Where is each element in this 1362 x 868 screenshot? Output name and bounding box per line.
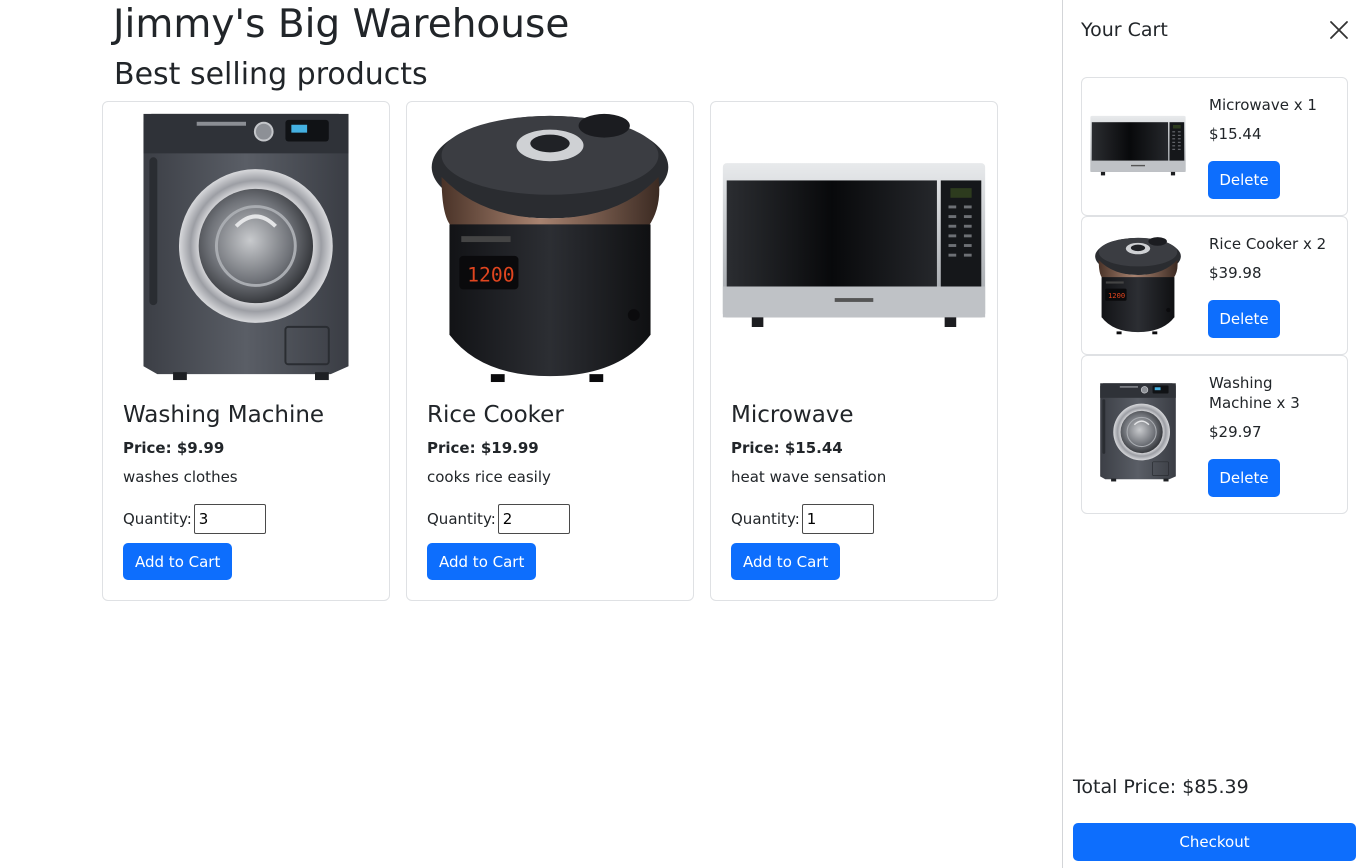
close-icon[interactable] [1329,20,1349,40]
quantity-label: Quantity: [731,510,800,528]
product-price: Price: $19.99 [427,439,539,457]
product-price: Price: $9.99 [123,439,225,457]
microwave-image [717,108,991,384]
cart-item-microwave: Microwave x 1 $15.44 Delete [1081,77,1348,216]
quantity-row: Quantity: [731,504,874,534]
quantity-input[interactable] [801,504,874,534]
product-description: washes clothes [123,468,238,486]
product-area: Jimmy's Big Warehouse Best selling produ… [0,0,1062,868]
delete-button[interactable]: Delete [1208,300,1280,338]
product-card-microwave: Microwave Price: $15.44 heat wave sensat… [710,101,998,601]
cart-item-price: $29.97 [1209,423,1262,441]
add-to-cart-button[interactable]: Add to Cart [731,543,841,580]
rice-cooker-image [1088,235,1188,335]
cart-item-price: $39.98 [1209,264,1262,282]
washing-machine-image [109,108,383,384]
product-description: heat wave sensation [731,468,887,486]
quantity-label: Quantity: [123,510,192,528]
product-card-rice-cooker: Rice Cooker Price: $19.99 cooks rice eas… [406,101,694,601]
product-name: Rice Cooker [427,402,564,428]
site-title: Jimmy's Big Warehouse [113,2,570,47]
cart-item-name: Microwave x 1 [1209,96,1317,114]
cart-item-name: Rice Cooker x 2 [1209,235,1327,253]
cart-item-name: Washing Machine x 3 [1209,374,1300,412]
checkout-button[interactable]: Checkout [1073,823,1356,861]
quantity-input[interactable] [193,504,266,534]
product-card-washing-machine: Washing Machine Price: $9.99 washes clot… [102,101,390,601]
cart-panel: Your Cart Microwave x 1 $15.44 Delete Ri… [1062,0,1362,868]
quantity-label: Quantity: [427,510,496,528]
quantity-row: Quantity: [427,504,570,534]
delete-button[interactable]: Delete [1208,459,1280,497]
product-description: cooks rice easily [427,468,551,486]
cart-item-rice-cooker: Rice Cooker x 2 $39.98 Delete [1081,216,1348,355]
total-price: Total Price: $85.39 [1073,776,1249,798]
product-name: Microwave [731,402,854,428]
quantity-row: Quantity: [123,504,266,534]
cart-title: Your Cart [1081,19,1168,41]
rice-cooker-image [413,108,687,384]
section-title: Best selling products [114,57,428,92]
product-price: Price: $15.44 [731,439,843,457]
cart-item-price: $15.44 [1209,125,1262,143]
washing-machine-image [1088,382,1188,482]
delete-button[interactable]: Delete [1208,161,1280,199]
quantity-input[interactable] [497,504,570,534]
add-to-cart-button[interactable]: Add to Cart [427,543,537,580]
cart-item-washing-machine: Washing Machine x 3 $29.97 Delete [1081,355,1348,514]
microwave-image [1088,96,1188,196]
product-name: Washing Machine [123,402,325,428]
add-to-cart-button[interactable]: Add to Cart [123,543,233,580]
